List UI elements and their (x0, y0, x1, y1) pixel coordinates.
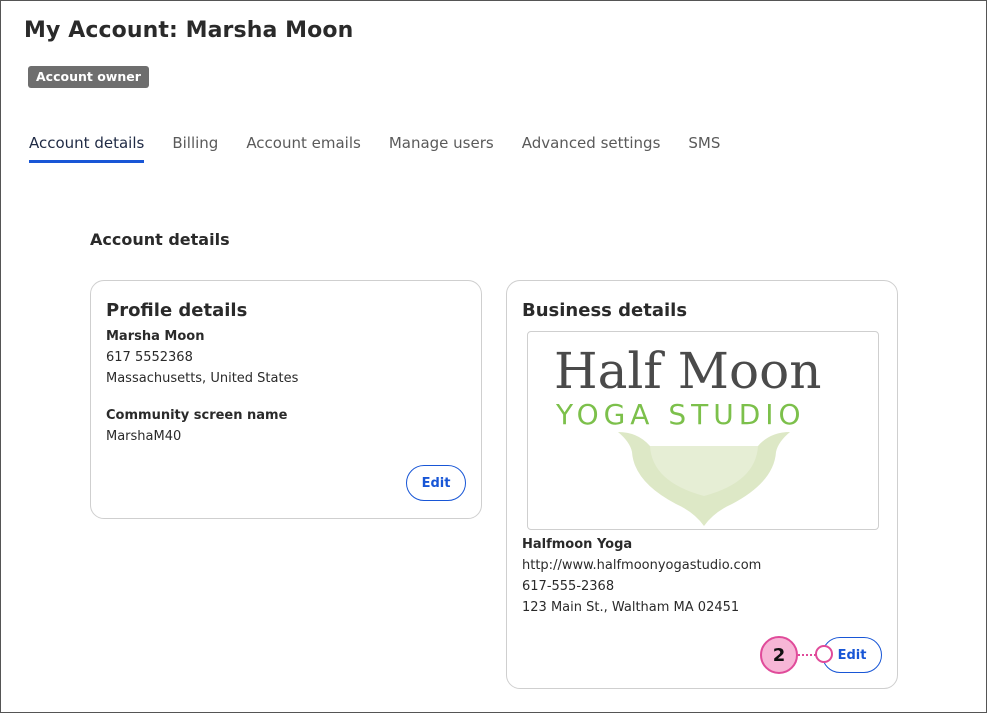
account-owner-badge: Account owner (28, 66, 149, 88)
profile-location: Massachusetts, United States (106, 371, 299, 386)
tab-manage-users[interactable]: Manage users (389, 134, 494, 163)
business-name: Halfmoon Yoga (522, 537, 633, 552)
tab-account-emails[interactable]: Account emails (246, 134, 361, 163)
logo-text-half-moon: Half Moon (554, 342, 821, 400)
profile-phone: 617 5552368 (106, 350, 193, 365)
tab-account-details[interactable]: Account details (29, 134, 145, 163)
business-logo: Half Moon YOGA STUDIO (527, 331, 879, 530)
half-moon-logo-image: Half Moon YOGA STUDIO (554, 342, 821, 526)
tab-bar: Account details Billing Account emails M… (29, 134, 748, 163)
profile-card-title: Profile details (106, 300, 248, 321)
profile-name: Marsha Moon (106, 329, 205, 344)
step-callout-badge: 2 (760, 636, 798, 674)
screen-name-label: Community screen name (106, 408, 288, 423)
tab-advanced-settings[interactable]: Advanced settings (522, 134, 661, 163)
edit-profile-button[interactable]: Edit (406, 465, 466, 501)
business-phone: 617-555-2368 (522, 579, 615, 594)
tab-billing[interactable]: Billing (172, 134, 218, 163)
page-title: My Account: Marsha Moon (24, 18, 354, 43)
business-website: http://www.halfmoonyogastudio.com (522, 558, 762, 573)
business-card-title: Business details (522, 300, 688, 321)
profile-details-card: Profile details Marsha Moon 617 5552368 … (90, 280, 482, 519)
section-title: Account details (90, 230, 230, 249)
callout-connector (798, 654, 816, 656)
screen-name-value: MarshaM40 (106, 429, 182, 444)
tab-sms[interactable]: SMS (688, 134, 720, 163)
callout-target-dot (815, 645, 833, 663)
logo-text-yoga-studio: YOGA STUDIO (555, 398, 806, 431)
business-address: 123 Main St., Waltham MA 02451 (522, 600, 740, 615)
business-details-card: Business details Half Moon YOGA STUDIO H… (506, 280, 898, 689)
